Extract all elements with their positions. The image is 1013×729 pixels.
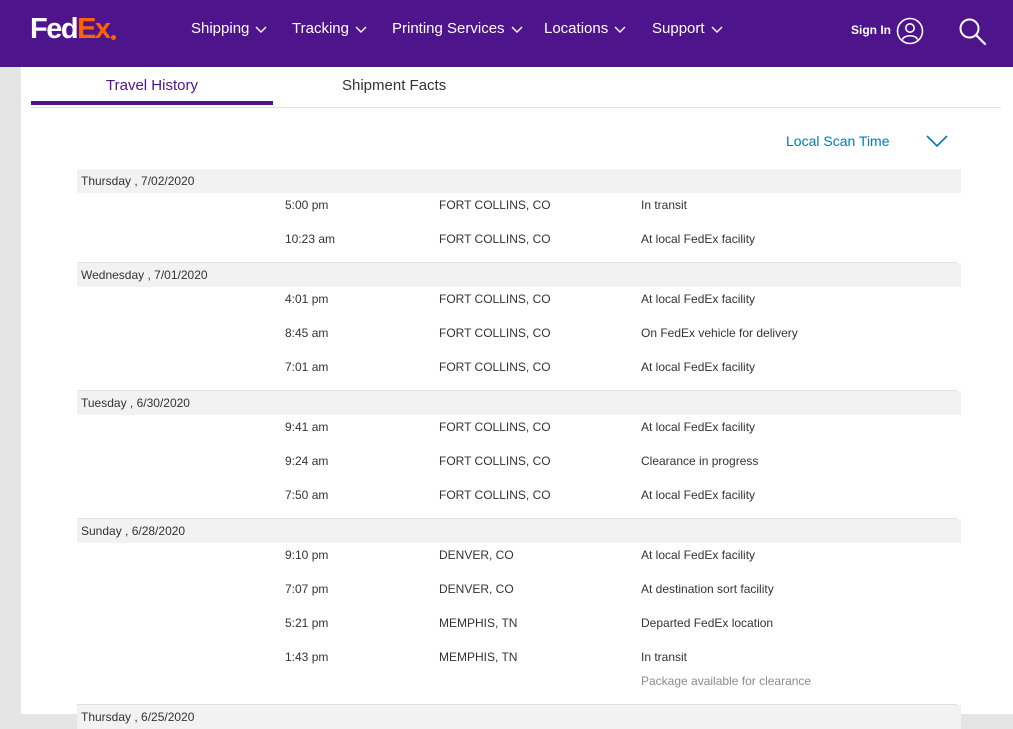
- active-tab-indicator: [31, 101, 273, 105]
- event-time: 9:41 am: [285, 420, 329, 434]
- event-time: 8:45 am: [285, 326, 329, 340]
- chevron-down-icon: [355, 26, 367, 33]
- chevron-down-icon[interactable]: [925, 133, 949, 149]
- event-status: At local FedEx facility: [641, 360, 756, 374]
- event-status: At local FedEx facility: [641, 292, 756, 306]
- event-location: FORT COLLINS, CO: [439, 232, 551, 246]
- event-location: FORT COLLINS, CO: [439, 420, 551, 434]
- sign-in-link[interactable]: Sign In: [851, 23, 891, 37]
- event-location: FORT COLLINS, CO: [439, 198, 551, 212]
- event-time: 1:43 pm: [285, 650, 329, 664]
- day-header: Thursday , 7/02/2020: [77, 169, 961, 193]
- event-location: DENVER, CO: [439, 582, 514, 596]
- nav-support-label: Support: [652, 20, 705, 37]
- nav-locations-label: Locations: [544, 20, 609, 37]
- day-date: Thursday , 7/02/2020: [81, 174, 195, 188]
- event-status: At local FedEx facility: [641, 548, 756, 562]
- event-status: Departed FedEx location: [641, 616, 774, 630]
- event-status: At local FedEx facility: [641, 232, 756, 246]
- event-time: 5:00 pm: [285, 198, 329, 212]
- nav-printing-services[interactable]: Printing Services: [392, 20, 523, 37]
- event-time: 7:01 am: [285, 360, 329, 374]
- day-date: Thursday , 6/25/2020: [81, 710, 195, 724]
- chevron-down-icon: [614, 26, 626, 33]
- nav-shipping[interactable]: Shipping: [191, 20, 267, 37]
- logo-text-fed: Fed: [30, 13, 79, 45]
- day-header: Sunday , 6/28/2020: [77, 519, 961, 543]
- event-location: FORT COLLINS, CO: [439, 454, 551, 468]
- event-status: At local FedEx facility: [641, 420, 756, 434]
- event-time: 4:01 pm: [285, 292, 329, 306]
- event-note: Package available for clearance: [641, 674, 812, 688]
- day-date: Tuesday , 6/30/2020: [81, 396, 190, 410]
- event-location: DENVER, CO: [439, 548, 514, 562]
- day-header: Tuesday , 6/30/2020: [77, 391, 961, 415]
- event-location: MEMPHIS, TN: [439, 650, 518, 664]
- user-icon[interactable]: [896, 17, 924, 45]
- top-nav-bar: FedEx Shipping Tracking Printing Service…: [0, 0, 1013, 67]
- nav-printing-services-label: Printing Services: [392, 20, 505, 37]
- event-status: At local FedEx facility: [641, 488, 756, 502]
- event-time: 5:21 pm: [285, 616, 329, 630]
- event-status: In transit: [641, 198, 688, 212]
- search-icon[interactable]: [957, 16, 987, 46]
- event-location: FORT COLLINS, CO: [439, 292, 551, 306]
- event-time: 9:10 pm: [285, 548, 329, 562]
- event-time: 7:50 am: [285, 488, 329, 502]
- day-header: Thursday , 6/25/2020: [77, 705, 961, 729]
- day-header: Wednesday , 7/01/2020: [77, 263, 961, 287]
- tab-travel-history[interactable]: Travel History: [106, 77, 198, 94]
- chevron-down-icon: [711, 26, 723, 33]
- logo-dot: [110, 35, 116, 40]
- event-time: 9:24 am: [285, 454, 329, 468]
- event-status: Clearance in progress: [641, 454, 759, 468]
- event-status: On FedEx vehicle for delivery: [641, 326, 798, 340]
- chevron-down-icon: [511, 26, 523, 33]
- event-status: At destination sort facility: [641, 582, 774, 596]
- chevron-down-icon: [255, 26, 267, 33]
- event-location: FORT COLLINS, CO: [439, 360, 551, 374]
- event-location: FORT COLLINS, CO: [439, 488, 551, 502]
- event-status: In transit: [641, 650, 688, 664]
- day-date: Sunday , 6/28/2020: [81, 524, 186, 538]
- logo-text-ex: Ex: [77, 13, 111, 45]
- event-location: FORT COLLINS, CO: [439, 326, 551, 340]
- event-time: 10:23 am: [285, 232, 336, 246]
- nav-support[interactable]: Support: [652, 20, 723, 37]
- tab-shipment-facts[interactable]: Shipment Facts: [342, 77, 446, 94]
- nav-shipping-label: Shipping: [191, 20, 250, 37]
- tracking-panel: Travel History Shipment Facts Local Scan…: [21, 67, 1013, 729]
- fedex-logo[interactable]: FedEx: [30, 13, 116, 45]
- nav-tracking-label: Tracking: [292, 20, 349, 37]
- event-location: MEMPHIS, TN: [439, 616, 518, 630]
- day-date: Wednesday , 7/01/2020: [81, 268, 208, 282]
- local-scan-time-select[interactable]: Local Scan Time: [786, 133, 890, 149]
- nav-locations[interactable]: Locations: [544, 20, 626, 37]
- nav-tracking[interactable]: Tracking: [292, 20, 367, 37]
- event-time: 7:07 pm: [285, 582, 329, 596]
